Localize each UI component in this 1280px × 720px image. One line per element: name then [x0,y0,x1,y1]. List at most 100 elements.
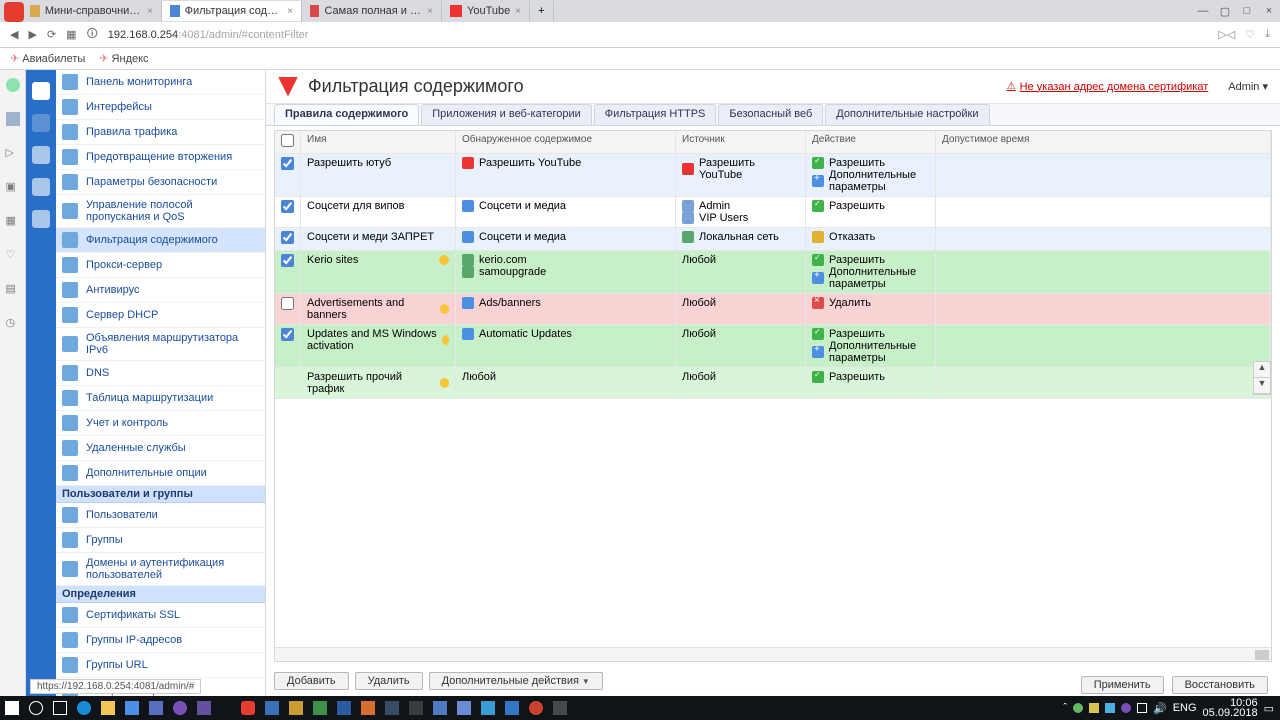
back-icon[interactable]: ◀ [10,28,18,41]
row-checkbox[interactable] [281,297,294,310]
opera-task-icon[interactable] [236,696,260,720]
close-tab-icon[interactable]: × [287,6,293,17]
bookmark-icon[interactable]: ♡ [1245,28,1255,41]
content-tab[interactable]: Правила содержимого [274,104,419,125]
nav-item[interactable]: Дополнительные опции [56,461,265,486]
nav-item[interactable]: Таблица маршрутизации [56,386,265,411]
new-tab-button[interactable]: + [530,1,553,21]
site-info-icon[interactable]: 🛈 [87,25,98,44]
col-time[interactable]: Допустимое время [936,131,1271,154]
play-icon[interactable]: ▷ [6,146,20,160]
restore-button[interactable]: Восстановить [1172,676,1268,694]
select-all-checkbox[interactable] [281,134,294,147]
app-icon[interactable] [192,696,216,720]
admin-menu[interactable]: Admin ▾ [1228,80,1268,93]
task-icon[interactable] [476,696,500,720]
more-actions-button[interactable]: Дополнительные действия▼ [429,672,603,690]
nav-item[interactable]: Фильтрация содержимого [56,228,265,253]
browser-tab[interactable]: Фильтрация содержимо× [162,1,302,21]
tray-volume-icon[interactable]: 🔊 [1153,702,1167,715]
restore-icon[interactable]: ▢ [1214,5,1236,18]
search-icon[interactable] [24,696,48,720]
table-row[interactable]: Разрешить прочий трафик Любой Любой Разр… [275,368,1271,399]
task-icon[interactable] [548,696,572,720]
close-tab-icon[interactable]: × [515,6,521,17]
task-icon[interactable] [380,696,404,720]
close-tab-icon[interactable]: × [147,6,153,17]
speeddial-icon[interactable]: ▦ [66,28,76,41]
task-icon[interactable] [428,696,452,720]
nav-item[interactable]: Сервер DHCP [56,303,265,328]
tray-chevron-icon[interactable]: ˆ [1063,702,1067,714]
nav-item[interactable]: Пользователи [56,503,265,528]
nav-item[interactable]: Интерфейсы [56,95,265,120]
task-icon[interactable] [260,696,284,720]
task-icon[interactable] [500,696,524,720]
table-row[interactable]: Соцсети для випов Соцсети и медиа AdminV… [275,197,1271,228]
delete-button[interactable]: Удалить [355,672,423,690]
col-name[interactable]: Имя [301,131,456,154]
nav-item[interactable]: Прокси-сервер [56,253,265,278]
bookmark-link[interactable]: ✈ Авиабилеты [10,52,85,65]
vk-icon[interactable] [6,112,20,126]
vpn-icon[interactable]: ▷◁ [1218,28,1235,41]
col-action[interactable]: Действие [806,131,936,154]
nav-item[interactable]: Предотвращение вторжения [56,145,265,170]
viber-icon[interactable] [168,696,192,720]
task-icon[interactable] [308,696,332,720]
task-icon[interactable] [332,696,356,720]
content-tab[interactable]: Приложения и веб-категории [421,104,592,125]
rail-gear-icon[interactable] [32,114,50,132]
nav-item[interactable]: Домены и аутентификация пользователей [56,553,265,586]
table-row[interactable]: Разрешить ютуб Разрешить YouTube Разреши… [275,154,1271,197]
edge-icon[interactable] [72,696,96,720]
camera-icon[interactable]: ▣ [6,180,20,194]
tray-notifications-icon[interactable]: ▭ [1264,702,1274,715]
nav-item[interactable]: Сертификаты SSL [56,603,265,628]
rail-stats-icon[interactable] [32,146,50,164]
task-icon[interactable] [524,696,548,720]
row-checkbox[interactable] [281,231,294,244]
close-tab-icon[interactable]: × [427,6,433,17]
close-window-icon[interactable]: × [1258,5,1280,18]
tray-icon[interactable] [1105,703,1115,713]
nav-item[interactable]: Антивирус [56,278,265,303]
browser-tab[interactable]: Мини-справочник по ко× [22,1,162,21]
nav-item[interactable]: Управление полосой пропускания и QoS [56,195,265,228]
download-icon[interactable]: ⤓ [1265,28,1270,41]
heart-icon[interactable]: ♡ [6,248,20,262]
nav-item[interactable]: Удаленные службы [56,436,265,461]
add-button[interactable]: Добавить [274,672,349,690]
rail-user-icon[interactable] [32,210,50,228]
table-row[interactable]: Advertisements and banners Ads/banners Л… [275,294,1271,325]
forward-icon[interactable]: ▶ [28,28,36,41]
tray-icon[interactable] [1089,703,1099,713]
table-row[interactable]: Kerio sites kerio.comsamoupgrade Любой Р… [275,251,1271,294]
nav-item[interactable]: Группы URL [56,653,265,678]
nav-item[interactable]: Параметры безопасности [56,170,265,195]
tray-lang[interactable]: ENG [1173,702,1197,714]
col-detected[interactable]: Обнаруженное содержимое [456,131,676,154]
taskview-icon[interactable] [48,696,72,720]
history-icon[interactable]: ◷ [6,316,20,330]
col-source[interactable]: Источник [676,131,806,154]
nav-item[interactable]: Объявления маршрутизатора IPv6 [56,328,265,361]
nav-item[interactable]: Группы IP-адресов [56,628,265,653]
browser-tab[interactable]: Самая полная и лучшая× [302,1,442,21]
explorer-icon[interactable] [96,696,120,720]
address-bar[interactable]: 192.168.0.254:4081/admin/#contentFilter [108,29,309,41]
content-tab[interactable]: Дополнительные настройки [825,104,989,125]
start-icon[interactable] [0,696,24,720]
store-icon[interactable] [120,696,144,720]
browser-tab[interactable]: YouTube× [442,1,530,21]
task-icon[interactable] [356,696,380,720]
row-checkbox[interactable] [281,328,294,341]
apply-button[interactable]: Применить [1081,676,1164,694]
nav-item[interactable]: Панель мониторинга [56,70,265,95]
task-icon[interactable] [404,696,428,720]
tray-icon[interactable] [1121,703,1131,713]
nav-item[interactable]: DNS [56,361,265,386]
tray-icon[interactable] [1073,703,1083,713]
nav-item[interactable]: Правила трафика [56,120,265,145]
content-tab[interactable]: Безопасный веб [718,104,823,125]
